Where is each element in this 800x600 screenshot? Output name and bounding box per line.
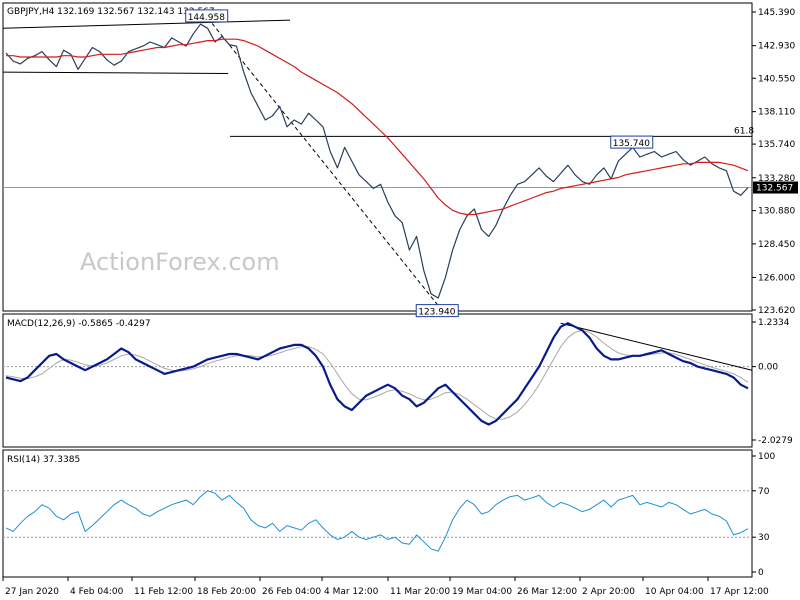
annotation-label: 135.740 bbox=[613, 139, 650, 149]
chart-canvas: GBPJPY,H4 132.169 132.567 132.143 132.56… bbox=[0, 0, 800, 600]
macd-y-tick-label: 0.00 bbox=[758, 363, 778, 373]
price-y-tick-label: 126.000 bbox=[758, 273, 795, 283]
fib-618-label: 61.8 bbox=[734, 126, 754, 136]
watermark: ActionForex.com bbox=[80, 248, 280, 276]
price-header: GBPJPY,H4 132.169 132.567 132.143 132.56… bbox=[7, 7, 215, 17]
rsi-y-tick-label: 70 bbox=[758, 487, 770, 497]
price-y-tick-label: 140.550 bbox=[758, 74, 795, 84]
annotation-label: 144.958 bbox=[188, 13, 225, 23]
x-tick-label: 19 Mar 04:00 bbox=[452, 587, 512, 597]
price-y-tick-label: 138.110 bbox=[758, 108, 795, 118]
rsi-header: RSI(14) 37.3385 bbox=[7, 455, 80, 465]
x-tick-label: 4 Feb 04:00 bbox=[70, 587, 124, 597]
x-tick-label: 4 Mar 12:00 bbox=[324, 587, 379, 597]
price-y-tick-label: 130.880 bbox=[758, 207, 795, 217]
x-tick-label: 11 Feb 12:00 bbox=[134, 587, 193, 597]
macd-header: MACD(12,26,9) -0.5865 -0.4297 bbox=[7, 319, 151, 329]
x-tick-label: 26 Feb 04:00 bbox=[262, 587, 321, 597]
x-tick-label: 10 Apr 04:00 bbox=[645, 587, 704, 597]
price-y-tick-label: 145.390 bbox=[758, 8, 795, 18]
rsi-y-tick-label: 100 bbox=[758, 452, 775, 462]
annotation-label: 123.940 bbox=[418, 308, 455, 318]
x-tick-label: 11 Mar 20:00 bbox=[390, 587, 450, 597]
price-y-tick-label: 142.930 bbox=[758, 42, 795, 52]
x-tick-label: 18 Feb 20:00 bbox=[197, 587, 256, 597]
x-tick-label: 17 Apr 12:00 bbox=[710, 587, 769, 597]
price-y-tick-label: 123.620 bbox=[758, 306, 795, 316]
price-y-tick-label: 135.740 bbox=[758, 140, 795, 150]
macd-y-tick-label: -2.0279 bbox=[758, 436, 793, 446]
rsi-y-tick-label: 30 bbox=[758, 533, 770, 543]
background bbox=[0, 0, 800, 600]
x-tick-label: 26 Mar 12:00 bbox=[517, 587, 577, 597]
rsi-y-tick-label: 0 bbox=[758, 568, 764, 578]
price-y-tick-label: 128.450 bbox=[758, 240, 795, 250]
last-price-label: 132.567 bbox=[756, 184, 793, 194]
x-tick-label: 27 Jan 2020 bbox=[5, 587, 59, 597]
x-tick-label: 2 Apr 20:00 bbox=[582, 587, 635, 597]
macd-y-tick-label: 1.2334 bbox=[758, 318, 790, 328]
